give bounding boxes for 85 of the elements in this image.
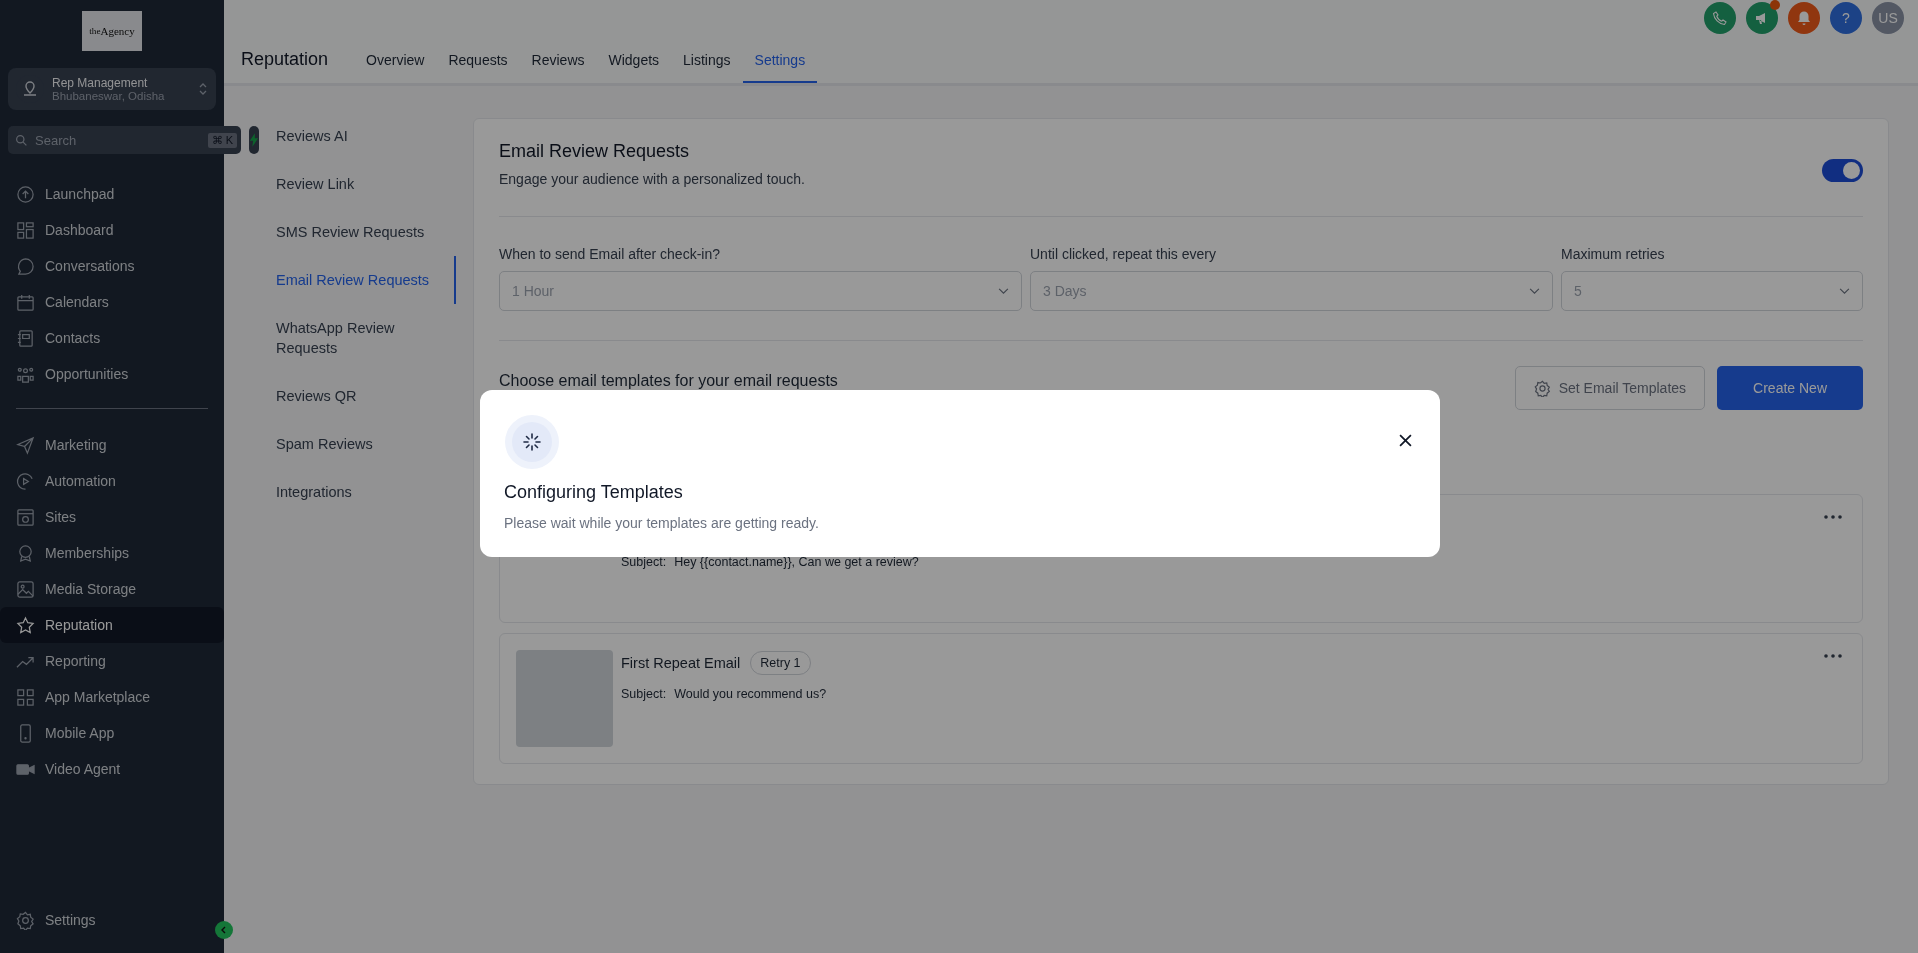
chevron-down-icon [998, 287, 1009, 295]
chat-icon [16, 256, 35, 276]
help-button[interactable]: ? [1830, 2, 1862, 34]
set-email-templates-button[interactable]: Set Email Templates [1514, 366, 1706, 410]
chevron-down-icon [1529, 287, 1540, 295]
loading-spinner-icon [504, 414, 560, 470]
nav-item[interactable]: Reputation [0, 607, 224, 643]
quick-action-button[interactable] [249, 126, 259, 154]
template-name: First Repeat Email [621, 655, 741, 671]
award-icon [16, 543, 35, 563]
ellipsis-icon [1824, 515, 1842, 519]
tab[interactable]: Listings [671, 52, 743, 83]
user-avatar[interactable]: US [1872, 2, 1904, 34]
nav-item[interactable]: Dashboard [0, 212, 224, 248]
settings-menu-item[interactable]: SMS Review Requests [276, 208, 456, 256]
lightning-icon [249, 133, 259, 147]
nav-item[interactable]: Opportunities [0, 356, 224, 392]
nav-item[interactable]: Video Agent [0, 751, 224, 787]
tab[interactable]: Requests [436, 52, 520, 83]
account-location: Bhubaneswar, Odisha [52, 90, 166, 102]
enable-toggle[interactable] [1822, 159, 1863, 182]
ellipsis-icon [1824, 654, 1842, 658]
settings-menu-item[interactable]: Email Review Requests [276, 256, 456, 304]
calendar-icon [16, 292, 35, 312]
bell-icon [1796, 10, 1812, 26]
settings-menu-item[interactable]: Spam Reviews [276, 420, 456, 468]
phone-handset-icon [1712, 10, 1728, 26]
settings-menu-item[interactable]: Reviews AI [276, 112, 456, 160]
nav-item[interactable]: Automation [0, 463, 224, 499]
settings-menu-item[interactable]: WhatsApp Review Requests [276, 304, 456, 372]
settings-icon [16, 910, 35, 930]
section-subtitle: Engage your audience with a personalized touch. [499, 171, 805, 187]
field-label: Until clicked, repeat this every [1030, 246, 1217, 262]
nav-item[interactable]: Marketing [0, 427, 224, 463]
nav-item[interactable]: Media Storage [0, 571, 224, 607]
nav-item[interactable]: Conversations [0, 248, 224, 284]
nav-item[interactable]: Reporting [0, 643, 224, 679]
paper-plane-icon [16, 435, 35, 455]
subject-text: Hey {{contact.name}}, Can we get a review? [674, 555, 919, 569]
star-icon [16, 615, 35, 635]
notification-dot [1770, 0, 1780, 10]
section-title: Email Review Requests [499, 141, 691, 162]
settings-nav-item[interactable]: Settings [0, 902, 202, 938]
grid-icon [16, 220, 35, 240]
notebook-icon [16, 328, 35, 348]
notifications-button[interactable] [1788, 2, 1820, 34]
templates-heading: Choose email templates for your email requests [499, 372, 838, 390]
search-input[interactable]: Search [33, 131, 203, 149]
nav-item[interactable]: Memberships [0, 535, 224, 571]
nav-item[interactable]: Contacts [0, 320, 224, 356]
subject-label: Subject: [621, 687, 667, 701]
account-name: Rep Management [52, 76, 149, 90]
create-new-button[interactable]: Create New [1717, 366, 1863, 410]
nav-item[interactable]: Mobile App [0, 715, 224, 751]
tab[interactable]: Widgets [596, 52, 672, 83]
image-icon [16, 579, 35, 599]
nav-item[interactable]: Sites [0, 499, 224, 535]
subject-label: Subject: [621, 555, 667, 569]
tab[interactable]: Reviews [519, 52, 597, 83]
page-title: Reputation [241, 49, 329, 70]
play-circle-icon [16, 471, 35, 491]
subject-text: Would you recommend us? [674, 687, 827, 701]
settings-menu-item[interactable]: Review Link [276, 160, 456, 208]
tab[interactable]: Overview [354, 52, 437, 83]
chevron-up-down-icon [198, 81, 208, 97]
dialog-message: Please wait while your templates are getting ready. [504, 515, 820, 531]
settings-menu-item[interactable]: Reviews QR [276, 372, 456, 420]
close-icon [1399, 434, 1412, 447]
field-label: Maximum retries [1561, 246, 1666, 262]
grid-icon [16, 687, 35, 707]
nav-item[interactable]: App Marketplace [0, 679, 224, 715]
tab[interactable]: Settings [742, 52, 818, 83]
template-card[interactable]: First Repeat Email Retry 1 Subject: Would you recommend us? [499, 633, 1863, 764]
nav-item[interactable]: Calendars [0, 284, 224, 320]
collapse-sidebar-button[interactable] [215, 921, 233, 939]
field-label: When to send Email after check-in? [499, 246, 721, 262]
account-switcher[interactable]: Rep Management Bhubaneswar, Odisha [8, 68, 216, 110]
announcements-button[interactable] [1746, 2, 1778, 34]
phone-button[interactable] [1704, 2, 1736, 34]
settings-icon [1533, 379, 1551, 397]
chevron-down-icon [1839, 287, 1850, 295]
browser-icon [16, 507, 35, 527]
nav-item[interactable]: Launchpad [0, 176, 224, 212]
search-icon [15, 133, 28, 147]
settings-menu-item[interactable]: Integrations [276, 468, 456, 516]
